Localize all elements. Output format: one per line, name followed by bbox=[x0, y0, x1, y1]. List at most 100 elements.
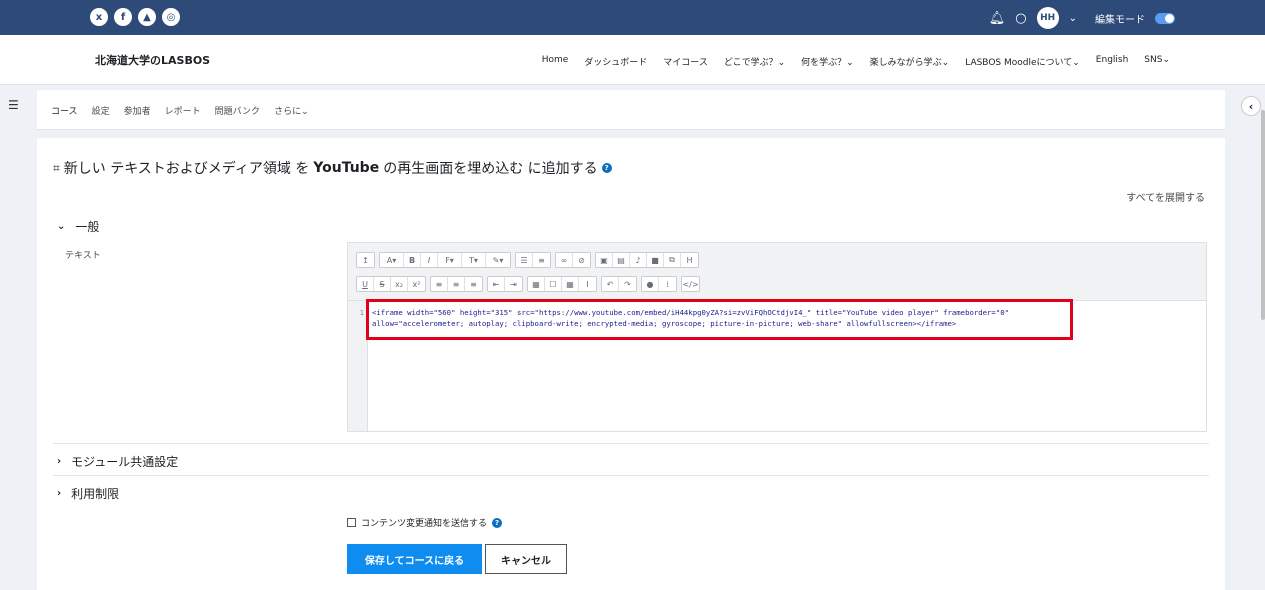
h5p-icon[interactable]: H bbox=[681, 253, 698, 267]
subscript-icon[interactable]: x₂ bbox=[391, 277, 408, 291]
tab-more[interactable]: さらに⌄ bbox=[274, 104, 309, 117]
nav-home[interactable]: Home bbox=[542, 55, 569, 68]
site-brand[interactable]: 北海道大学のLASBOS bbox=[95, 52, 210, 68]
html-source-icon[interactable]: </> bbox=[682, 277, 699, 291]
align-center-icon[interactable]: ≡ bbox=[448, 277, 465, 291]
section-module-settings-header[interactable]: › モジュール共通設定 bbox=[57, 453, 178, 470]
nav-learn-with-fun[interactable]: 楽しみながら学ぶ⌄ bbox=[870, 55, 950, 68]
help-icon[interactable]: ? bbox=[492, 517, 503, 528]
image-icon[interactable]: ▣ bbox=[596, 253, 613, 267]
facebook-icon[interactable]: f bbox=[114, 8, 132, 26]
divider bbox=[53, 475, 1209, 476]
tab-course[interactable]: コース bbox=[51, 104, 78, 117]
text-style-icon[interactable]: T▾ bbox=[462, 253, 486, 267]
tab-settings[interactable]: 設定 bbox=[92, 104, 110, 117]
manage-files-icon[interactable]: ⧉ bbox=[664, 253, 681, 267]
chevron-right-icon: › bbox=[57, 488, 62, 499]
nav-dashboard[interactable]: ダッシュボード bbox=[584, 55, 647, 68]
chevron-down-icon[interactable]: ⌄ bbox=[1069, 13, 1077, 24]
notify-option: コンテンツ変更通知を送信する ? bbox=[347, 516, 503, 529]
ordered-list-icon[interactable]: ≡ bbox=[533, 253, 550, 267]
html-editor[interactable]: ↥ A▾ B I F▾ T▾ ✎▾ ☰ ≡ ∞ ⊘ ▣ ▤ ♪ ■ ⧉ H U … bbox=[347, 242, 1207, 432]
section-module-label: モジュール共通設定 bbox=[71, 455, 179, 469]
strikethrough-icon[interactable]: S bbox=[374, 277, 391, 291]
section-general-label: 一般 bbox=[75, 220, 100, 234]
avatar[interactable]: HH bbox=[1036, 7, 1059, 29]
nav-what-to-learn[interactable]: 何を学ぶ？⌄ bbox=[801, 55, 854, 68]
edit-mode-toggle[interactable] bbox=[1155, 12, 1175, 24]
section-restrict-access-header[interactable]: › 利用制限 bbox=[57, 485, 119, 502]
tab-question-bank[interactable]: 問題バンク bbox=[215, 104, 260, 117]
edit-mode-label: 編集モード bbox=[1095, 14, 1145, 26]
notify-checkbox[interactable] bbox=[347, 518, 356, 527]
help-icon[interactable]: ? bbox=[601, 163, 612, 173]
chevron-right-icon: › bbox=[57, 456, 62, 467]
text-field-label: テキスト bbox=[65, 251, 101, 261]
table-icon[interactable]: ▦ bbox=[562, 277, 579, 291]
nav-english[interactable]: English bbox=[1096, 55, 1129, 68]
font-color-icon[interactable]: A▾ bbox=[380, 253, 404, 267]
messages-icon[interactable]: ○ bbox=[1015, 11, 1026, 26]
link-icon[interactable]: ∞ bbox=[556, 253, 573, 267]
nav-sns[interactable]: SNS⌄ bbox=[1144, 55, 1170, 68]
page-scrollbar[interactable] bbox=[1261, 110, 1265, 320]
superscript-icon[interactable]: x² bbox=[408, 277, 425, 291]
microphone-icon[interactable]: ♪ bbox=[630, 253, 647, 267]
page-title: ⌗ 新しい テキストおよびメディア領域 を YouTube の再生画面を埋め込む … bbox=[53, 158, 612, 178]
font-size-icon[interactable]: F▾ bbox=[438, 253, 462, 267]
align-right-icon[interactable]: ≡ bbox=[465, 277, 482, 291]
tab-reports[interactable]: レポート bbox=[165, 104, 201, 117]
nav-about[interactable]: LASBOS Moodleについて⌄ bbox=[965, 55, 1080, 68]
unlink-icon[interactable]: ⊘ bbox=[573, 253, 590, 267]
drawer-toggle-icon[interactable]: ‹ bbox=[1241, 96, 1261, 116]
tab-participants[interactable]: 参加者 bbox=[124, 104, 151, 117]
video-icon[interactable]: ■ bbox=[647, 253, 664, 267]
undo-icon[interactable]: ↶ bbox=[602, 277, 619, 291]
italic-icon[interactable]: I bbox=[421, 253, 438, 267]
edit-form-card: ⌗ 新しい テキストおよびメディア領域 を YouTube の再生画面を埋め込む … bbox=[37, 138, 1225, 590]
line-number-gutter: 1 bbox=[348, 301, 368, 431]
highlight-icon[interactable]: ✎▾ bbox=[486, 253, 510, 267]
user-menu-area: 🔔︎ ○ HH ⌄ 編集モード bbox=[989, 7, 1175, 29]
page-icon: ⌗ bbox=[53, 160, 60, 175]
course-index-toggle-icon[interactable]: ☰ bbox=[8, 98, 19, 112]
cancel-button[interactable]: キャンセル bbox=[485, 544, 567, 574]
redo-icon[interactable]: ↷ bbox=[619, 277, 636, 291]
section-general-header[interactable]: ⌄ 一般 bbox=[57, 218, 99, 235]
screen-reader-icon[interactable]: ⁞ bbox=[659, 277, 676, 291]
highlight-box bbox=[366, 299, 1073, 340]
bold-icon[interactable]: B bbox=[404, 253, 421, 267]
chevron-down-icon: ⌄ bbox=[57, 221, 66, 232]
media-icon[interactable]: ▤ bbox=[613, 253, 630, 267]
editor-toolbar: ↥ A▾ B I F▾ T▾ ✎▾ ☰ ≡ ∞ ⊘ ▣ ▤ ♪ ■ ⧉ H U … bbox=[348, 243, 1206, 301]
main-navbar: 北海道大学のLASBOS Home ダッシュボード マイコース どこで学ぶ？⌄ … bbox=[0, 35, 1265, 85]
accessibility-checker-icon[interactable]: ● bbox=[642, 277, 659, 291]
unordered-list-icon[interactable]: ☰ bbox=[516, 253, 533, 267]
underline-icon[interactable]: U bbox=[357, 277, 374, 291]
page-title-prefix: 新しい テキストおよびメディア領域 を bbox=[63, 161, 310, 177]
indent-icon[interactable]: ⇥ bbox=[505, 277, 522, 291]
course-secondary-nav: コース 設定 参加者 レポート 問題バンク さらに⌄ bbox=[37, 90, 1225, 130]
notification-bell-icon[interactable]: 🔔︎ bbox=[989, 11, 1006, 26]
instagram-icon[interactable]: ◎ bbox=[162, 8, 180, 26]
collapse-toolbar-icon[interactable]: ↥ bbox=[357, 253, 374, 267]
nav-my-courses[interactable]: マイコース bbox=[663, 55, 708, 68]
x-icon[interactable]: x bbox=[90, 8, 108, 26]
nav-where-to-learn[interactable]: どこで学ぶ？⌄ bbox=[724, 55, 785, 68]
divider bbox=[53, 443, 1209, 444]
expand-all-link[interactable]: すべてを展開する bbox=[1126, 189, 1205, 204]
page-title-suffix: の再生画面を埋め込む に追加する bbox=[383, 161, 598, 177]
special-char-icon[interactable]: ☐ bbox=[545, 277, 562, 291]
section-restrict-label: 利用制限 bbox=[71, 487, 120, 501]
social-links: x f ▲ ◎ bbox=[90, 8, 180, 26]
youtube-icon[interactable]: ▲ bbox=[138, 8, 156, 26]
save-and-return-button[interactable]: 保存してコースに戻る bbox=[347, 544, 482, 574]
clear-formatting-icon[interactable]: I bbox=[579, 277, 596, 291]
page-title-bold: YouTube bbox=[313, 160, 380, 176]
primary-navigation: Home ダッシュボード マイコース どこで学ぶ？⌄ 何を学ぶ？⌄ 楽しみながら… bbox=[542, 55, 1170, 68]
outdent-icon[interactable]: ⇤ bbox=[488, 277, 505, 291]
align-left-icon[interactable]: ≡ bbox=[431, 277, 448, 291]
top-bar: x f ▲ ◎ 🔔︎ ○ HH ⌄ 編集モード bbox=[0, 0, 1265, 35]
notify-label: コンテンツ変更通知を送信する bbox=[361, 519, 488, 529]
equation-icon[interactable]: ▦ bbox=[528, 277, 545, 291]
